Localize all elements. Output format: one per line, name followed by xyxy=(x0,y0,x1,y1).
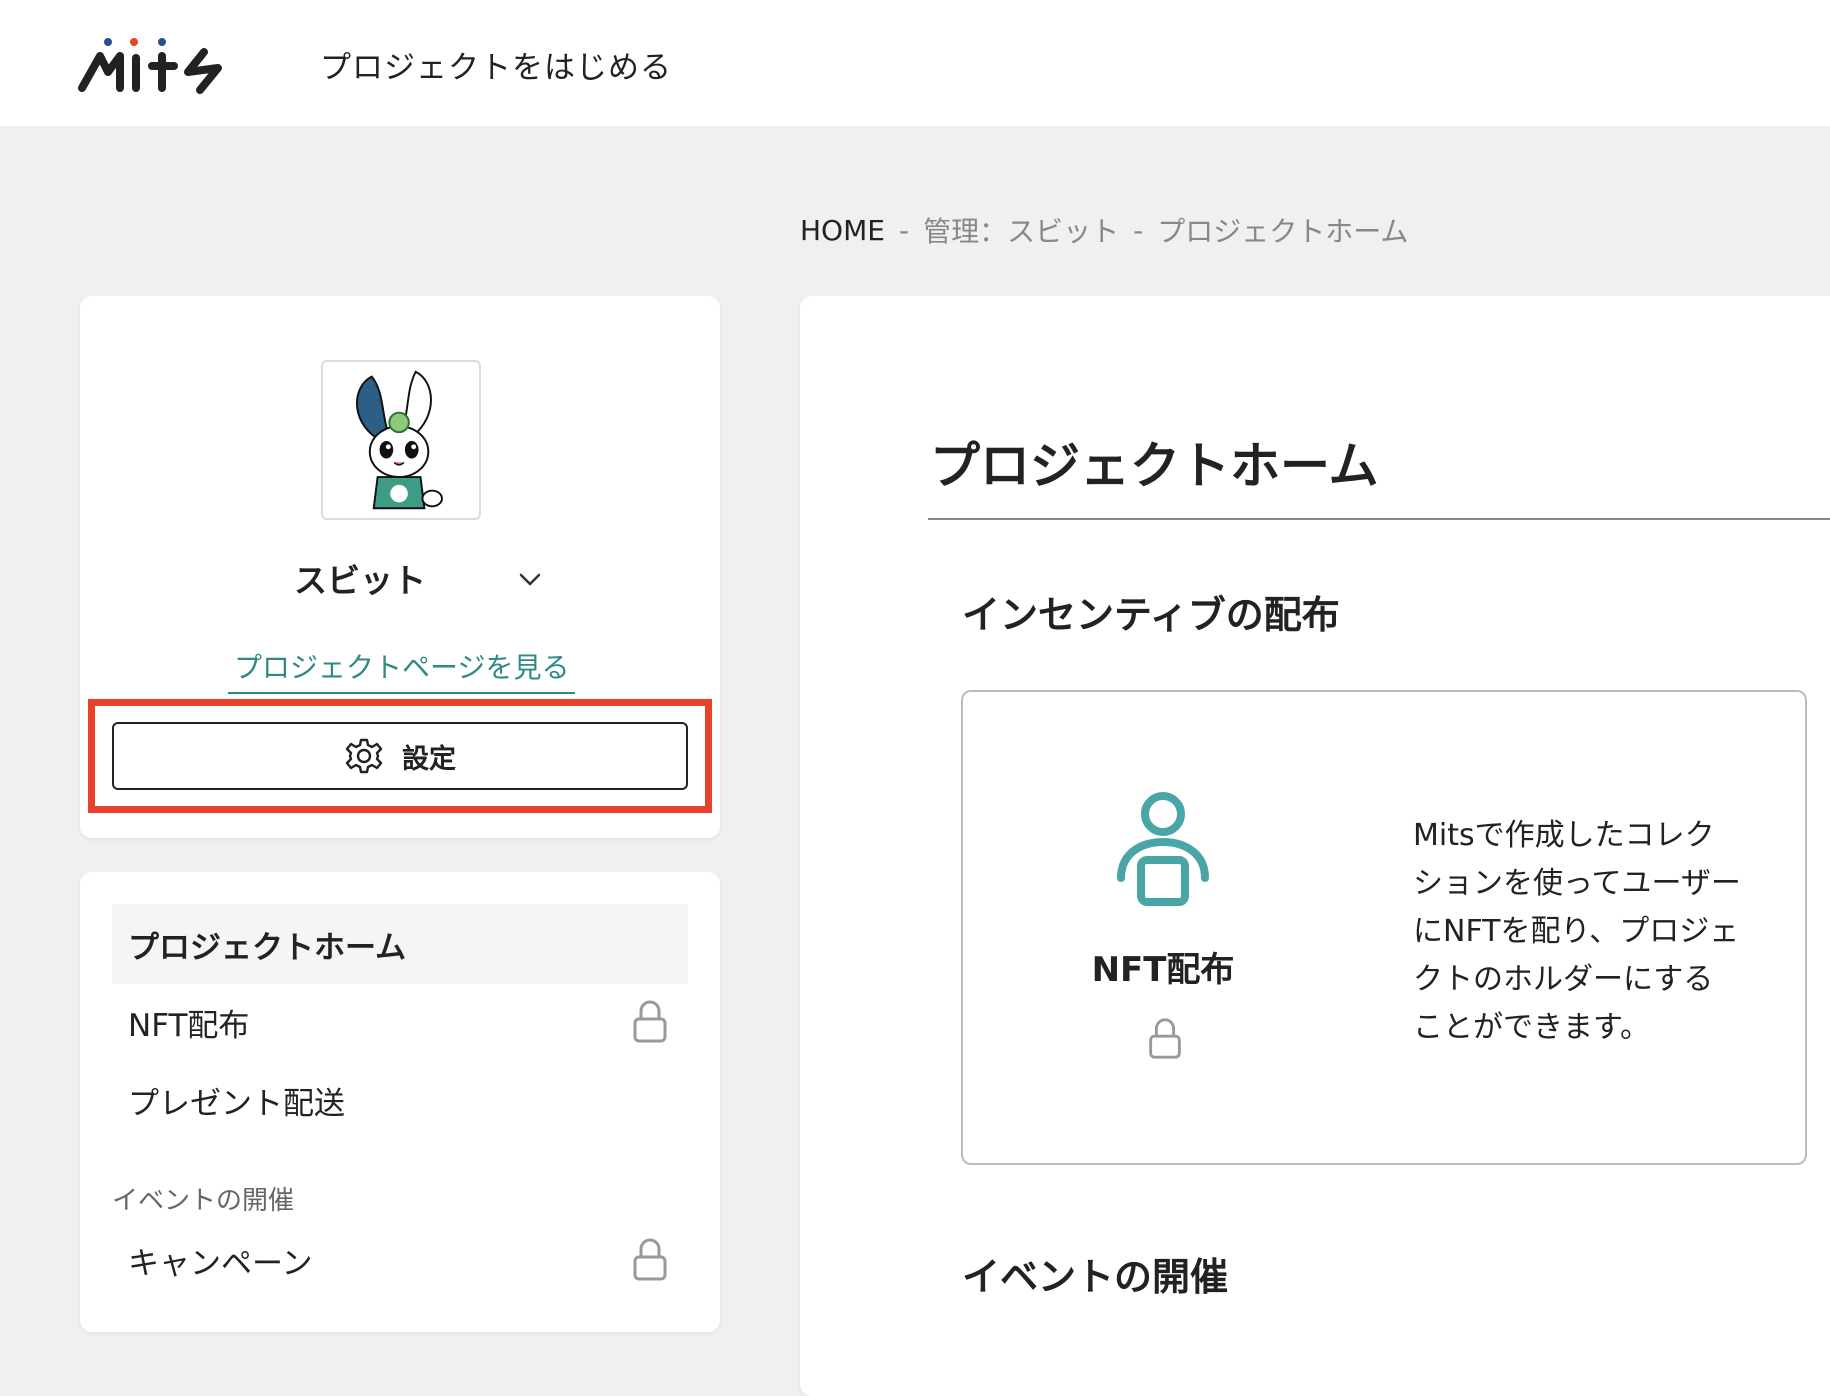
breadcrumb-current: プロジェクトホーム xyxy=(1157,215,1409,248)
breadcrumb-separator: - xyxy=(1133,213,1144,247)
breadcrumb-home[interactable]: HOME xyxy=(800,214,885,247)
nav-item-present-delivery[interactable]: プレゼント配送 xyxy=(112,1060,688,1140)
nav-item-label: プロジェクトホーム xyxy=(128,929,407,966)
view-project-page-link[interactable]: プロジェクトページを見る xyxy=(228,646,576,694)
project-avatar xyxy=(321,360,481,520)
title-divider xyxy=(928,518,1830,520)
lock-icon xyxy=(633,1238,667,1281)
section-title-events: イベントの開催 xyxy=(962,1255,1229,1299)
breadcrumb-manage[interactable]: 管理：スビット xyxy=(923,210,1119,250)
feature-label: NFT配布 xyxy=(1091,950,1235,990)
top-header: プロジェクトをはじめる xyxy=(0,0,1830,126)
user-icon xyxy=(1117,792,1209,906)
section-title-incentive: インセンティブの配布 xyxy=(962,593,1340,637)
lock-icon xyxy=(1149,1018,1181,1059)
nav-item-campaign[interactable]: キャンペーン xyxy=(112,1220,688,1300)
breadcrumb-separator: - xyxy=(898,213,910,247)
project-nav-card: プロジェクトホーム NFT配布 プレゼント配送 イベントの開催 キャンペーン xyxy=(80,872,720,1332)
lock-icon xyxy=(633,1000,667,1043)
project-name: スビット xyxy=(294,561,426,600)
nav-item-label: NFT配布 xyxy=(128,1007,250,1044)
main-content-card: プロジェクトホーム インセンティブの配布 NFT配布 Mitsで作成したコレクシ… xyxy=(800,296,1830,1396)
chevron-down-icon[interactable] xyxy=(515,564,545,594)
breadcrumb: HOME - 管理：スビット - プロジェクトホーム xyxy=(800,210,1408,250)
project-profile-card: スビット プロジェクトページを見る 設定 xyxy=(80,296,720,838)
settings-label: 設定 xyxy=(402,743,456,775)
header-title[interactable]: プロジェクトをはじめる xyxy=(320,42,672,87)
gear-icon xyxy=(345,738,383,774)
feature-description: Mitsで作成したコレクションを使ってユーザーにNFTを配り、プロジェクトのホル… xyxy=(1413,818,1741,1045)
nav-section-label: イベントの開催 xyxy=(112,1186,295,1216)
rabbit-mascot-image xyxy=(356,370,443,510)
nav-item-label: キャンペーン xyxy=(128,1245,313,1282)
page-title: プロジェクトホーム xyxy=(930,437,1379,495)
nav-item-label: プレゼント配送 xyxy=(128,1085,345,1122)
nav-item-nft-distribution[interactable]: NFT配布 xyxy=(112,982,688,1062)
settings-button[interactable]: 設定 xyxy=(112,722,688,790)
nft-distribution-card[interactable]: NFT配布 Mitsで作成したコレクションを使ってユーザーにNFTを配り、プロジ… xyxy=(961,690,1807,1165)
nav-item-project-home[interactable]: プロジェクトホーム xyxy=(112,904,688,984)
mits-logo[interactable] xyxy=(78,32,243,94)
